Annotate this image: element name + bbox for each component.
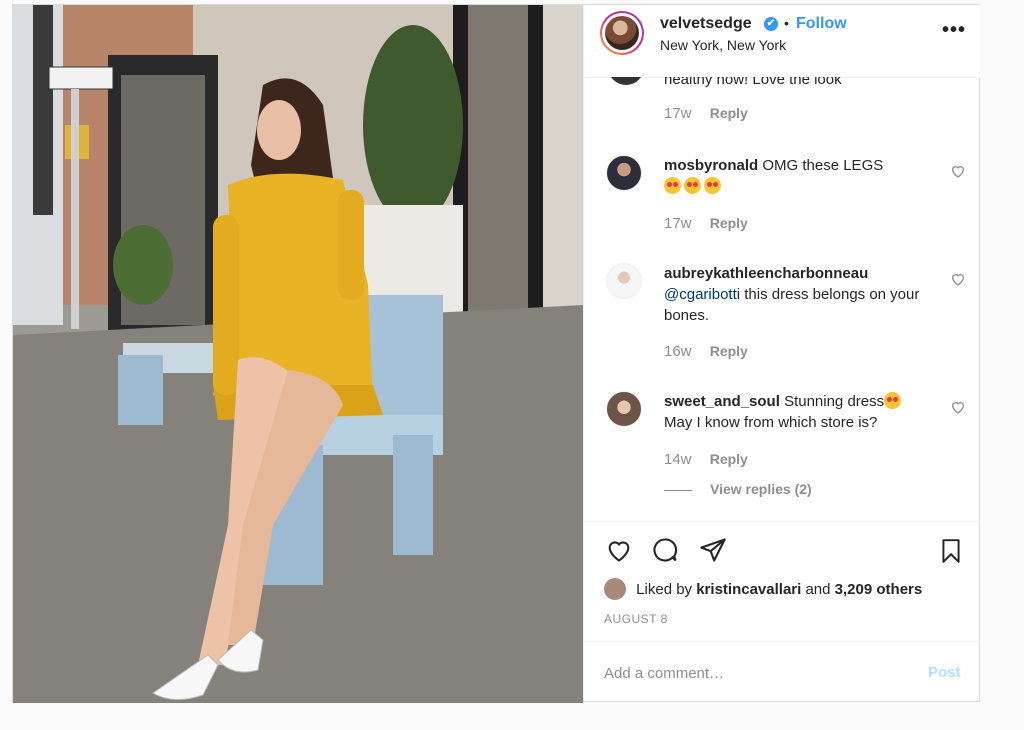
post-photo[interactable] — [13, 5, 583, 703]
instagram-post: velvetsedge ✔ • Follow New York, New Yor… — [12, 4, 980, 703]
separator-dot: • — [784, 15, 789, 31]
post-date: AUGUST 8 — [604, 612, 668, 626]
heart-eyes-emoji-icon — [684, 177, 701, 194]
commenter-avatar[interactable] — [608, 77, 644, 85]
commenter-avatar[interactable] — [606, 263, 642, 299]
comment-text: OMG these LEGS — [762, 157, 884, 174]
comment-mention[interactable]: @cgaribotti — [664, 286, 740, 303]
likes-count[interactable]: 3,209 others — [835, 581, 923, 598]
commenter-avatar[interactable] — [606, 391, 642, 427]
share-send-icon[interactable] — [698, 536, 728, 564]
post-location[interactable]: New York, New York — [660, 37, 786, 53]
reply-button[interactable]: Reply — [710, 105, 748, 121]
comment-meta: 16w Reply — [664, 343, 748, 360]
liked-and-text: and — [805, 581, 831, 598]
heart-eyes-emoji-icon — [884, 392, 902, 409]
liker-username[interactable]: kristincavallari — [696, 581, 801, 598]
comment-body: aubreykathleencharbonneau @cgaribotti th… — [664, 263, 934, 326]
view-replies-button[interactable]: View replies (2) — [664, 481, 812, 497]
comment-time: 16w — [664, 343, 692, 360]
comment-time: 17w — [664, 105, 692, 122]
add-comment-input[interactable] — [602, 660, 906, 686]
more-options-icon[interactable]: ••• — [942, 19, 966, 42]
comment-text-line2: May I know from which store is? — [664, 414, 878, 431]
author-avatar[interactable] — [600, 11, 644, 55]
post-comment-button[interactable]: Post — [928, 664, 961, 681]
comment-bubble-icon[interactable] — [650, 536, 680, 564]
comment-body: mosbyronald OMG these LEGS — [664, 155, 934, 197]
reply-button[interactable]: Reply — [710, 215, 748, 231]
comment-body: sweet_and_soul Stunning dress May I know… — [664, 391, 944, 433]
like-comment-heart-icon[interactable] — [950, 271, 966, 287]
likes-summary[interactable]: Liked by kristincavallari and 3,209 othe… — [604, 578, 922, 600]
liked-by-prefix: Liked by — [636, 581, 693, 598]
comment-meta: 14w Reply — [664, 451, 748, 468]
verified-badge-icon: ✔ — [764, 17, 778, 31]
like-comment-heart-icon[interactable] — [950, 399, 966, 415]
post-actions: Liked by kristincavallari and 3,209 othe… — [584, 521, 980, 642]
heart-eyes-emoji-icon — [664, 177, 681, 194]
comment-meta: 17w Reply — [664, 215, 748, 232]
like-comment-heart-icon[interactable] — [950, 163, 966, 179]
post-details-pane: velvetsedge ✔ • Follow New York, New Yor… — [583, 5, 980, 701]
save-bookmark-icon[interactable] — [938, 536, 964, 566]
comment-username[interactable]: mosbyronald — [664, 157, 758, 174]
comments-list[interactable]: healthy now! Love the look 17w Reply mos… — [584, 77, 980, 521]
heart-eyes-emoji-icon — [704, 177, 721, 194]
comment-text: Stunning dress — [784, 393, 885, 410]
like-heart-icon[interactable] — [604, 536, 634, 564]
comment-time: 14w — [664, 451, 692, 468]
commenter-avatar[interactable] — [606, 155, 642, 191]
reply-button[interactable]: Reply — [710, 343, 748, 359]
comment-text: healthy now! Love the look — [664, 77, 842, 88]
add-comment-bar: Post — [584, 641, 980, 702]
follow-button[interactable]: Follow — [796, 15, 847, 33]
author-username[interactable]: velvetsedge — [660, 15, 752, 33]
comment-meta: 17w Reply — [664, 105, 748, 122]
liker-avatar — [604, 578, 626, 600]
post-header: velvetsedge ✔ • Follow New York, New Yor… — [584, 5, 980, 78]
comment-username[interactable]: sweet_and_soul — [664, 393, 780, 410]
comment-username[interactable]: aubreykathleencharbonneau — [664, 265, 868, 282]
reply-button[interactable]: Reply — [710, 451, 748, 467]
comment-time: 17w — [664, 215, 692, 232]
